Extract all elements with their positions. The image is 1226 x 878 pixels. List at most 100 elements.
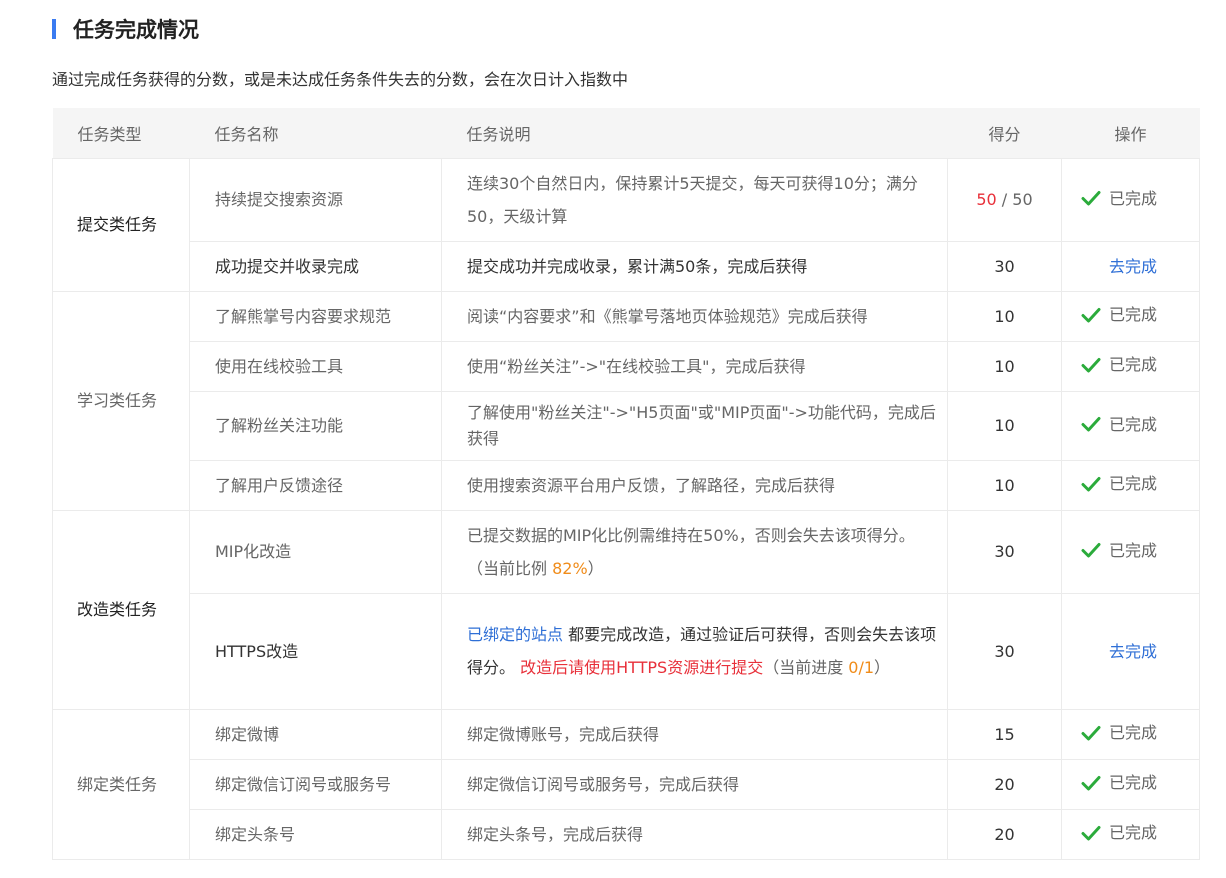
task-score: 10 bbox=[947, 390, 1062, 461]
task-action: 去完成 bbox=[1061, 240, 1200, 292]
table-row: 提交类任务 持续提交搜索资源 连续30个自然日内，保持累计5天提交，每天可获得1… bbox=[52, 157, 1200, 292]
task-action: 已完成 bbox=[1061, 808, 1200, 860]
table-row: 了解粉丝关注功能 了解使用"粉丝关注"->"H5页面"或"MIP页面"->功能代… bbox=[53, 390, 1200, 461]
task-score: 10 bbox=[947, 340, 1062, 392]
status-done: 已完成 bbox=[1081, 348, 1157, 381]
status-done: 已完成 bbox=[1081, 182, 1157, 215]
task-explanation: 绑定微博账号，完成后获得 bbox=[441, 708, 948, 760]
task-score: 30 bbox=[947, 240, 1062, 292]
check-icon bbox=[1081, 191, 1101, 206]
task-name: 绑定微博 bbox=[189, 708, 442, 760]
task-name: HTTPS改造 bbox=[189, 592, 442, 710]
score-separator: / bbox=[996, 190, 1013, 209]
task-action: 已完成 bbox=[1061, 390, 1200, 461]
table-row: 绑定头条号 绑定头条号，完成后获得 20 已完成 bbox=[53, 808, 1200, 860]
status-done: 已完成 bbox=[1081, 534, 1157, 567]
check-icon bbox=[1081, 307, 1101, 323]
task-score: 30 bbox=[947, 509, 1062, 594]
status-label: 已完成 bbox=[1108, 414, 1157, 434]
category-learn: 学习类任务 bbox=[52, 290, 190, 511]
table-row: 学习类任务 了解熊掌号内容要求规范 阅读“内容要求”和《熊掌号落地页体验规范》完… bbox=[52, 290, 1200, 511]
status-label: 已完成 bbox=[1108, 188, 1157, 208]
bound-sites-link[interactable]: 已绑定的站点 bbox=[467, 625, 563, 644]
task-name: 持续提交搜索资源 bbox=[189, 157, 442, 242]
go-complete-link[interactable]: 去完成 bbox=[1109, 257, 1157, 276]
table-row: 绑定微信订阅号或服务号 绑定微信订阅号或服务号，完成后获得 20 已完成 bbox=[53, 758, 1200, 810]
status-done: 已完成 bbox=[1081, 716, 1157, 749]
table-row: 成功提交并收录完成 提交成功并完成收录，累计满50条，完成后获得 30 去完成 bbox=[53, 240, 1200, 292]
mip-ratio: 82% bbox=[552, 558, 588, 578]
header-action: 操作 bbox=[1061, 108, 1200, 158]
https-warning: 改造后请使用HTTPS资源进行提交 bbox=[520, 658, 764, 677]
explanation-text: 已提交数据的MIP化比例需维持在50%，否则会失去该项得分。 （当前比例 bbox=[467, 525, 915, 578]
status-label: 已完成 bbox=[1108, 723, 1157, 743]
status-label: 已完成 bbox=[1108, 823, 1157, 843]
title-accent-bar bbox=[52, 19, 56, 39]
task-name: 了解粉丝关注功能 bbox=[189, 390, 442, 461]
task-score: 20 bbox=[947, 758, 1062, 810]
table-row: HTTPS改造 已绑定的站点 都要完成改造，通过验证后可获得，否则会失去该项得分… bbox=[53, 592, 1200, 710]
task-score: 10 bbox=[947, 459, 1062, 511]
task-explanation: 连续30个自然日内，保持累计5天提交，每天可获得10分；满分50，天级计算 bbox=[441, 157, 948, 242]
header-task-name: 任务名称 bbox=[189, 108, 442, 158]
task-action: 已完成 bbox=[1061, 509, 1200, 594]
task-explanation: 已绑定的站点 都要完成改造，通过验证后可获得，否则会失去该项得分。 改造后请使用… bbox=[441, 592, 948, 710]
task-name: 了解用户反馈途径 bbox=[189, 459, 442, 511]
section-description: 通过完成任务获得的分数，或是未达成任务条件失去的分数，会在次日计入指数中 bbox=[52, 70, 629, 89]
task-name: 使用在线校验工具 bbox=[189, 340, 442, 392]
progress-label: （当前进度 bbox=[763, 658, 849, 677]
task-explanation: 了解使用"粉丝关注"->"H5页面"或"MIP页面"->功能代码，完成后获得 bbox=[441, 390, 948, 461]
task-score: 10 bbox=[947, 290, 1062, 342]
check-icon bbox=[1081, 357, 1101, 373]
task-name: 了解熊掌号内容要求规范 bbox=[189, 290, 442, 342]
section-header: 任务完成情况 bbox=[52, 16, 199, 42]
category-bind: 绑定类任务 bbox=[52, 708, 190, 860]
category-submit: 提交类任务 bbox=[52, 157, 190, 292]
task-action: 已完成 bbox=[1061, 290, 1200, 342]
header-task-type: 任务类型 bbox=[52, 108, 190, 158]
header-task-explanation: 任务说明 bbox=[441, 108, 948, 158]
task-explanation: 绑定头条号，完成后获得 bbox=[441, 808, 948, 860]
status-done: 已完成 bbox=[1081, 816, 1157, 849]
check-icon bbox=[1081, 725, 1101, 741]
task-score: 50 / 50 bbox=[947, 157, 1062, 242]
task-table: 任务类型 任务名称 任务说明 得分 操作 提交类任务 持续提交搜索资源 连续30… bbox=[52, 108, 1200, 860]
task-explanation: 阅读“内容要求”和《熊掌号落地页体验规范》完成后获得 bbox=[441, 290, 948, 342]
table-header: 任务类型 任务名称 任务说明 得分 操作 bbox=[52, 108, 1200, 158]
status-label: 已完成 bbox=[1108, 474, 1157, 494]
status-done: 已完成 bbox=[1081, 408, 1157, 441]
task-explanation: 使用“粉丝关注”->"在线校验工具"，完成后获得 bbox=[441, 340, 948, 392]
task-action: 已完成 bbox=[1061, 758, 1200, 810]
task-explanation: 提交成功并完成收录，累计满50条，完成后获得 bbox=[441, 240, 948, 292]
task-action: 已完成 bbox=[1061, 157, 1200, 242]
table-row: 改造类任务 MIP化改造 已提交数据的MIP化比例需维持在50%，否则会失去该项… bbox=[52, 509, 1200, 710]
check-icon bbox=[1081, 775, 1101, 791]
status-label: 已完成 bbox=[1108, 540, 1157, 560]
go-complete-link[interactable]: 去完成 bbox=[1109, 642, 1157, 661]
check-icon bbox=[1081, 825, 1101, 841]
section-title: 任务完成情况 bbox=[73, 18, 199, 42]
task-action: 去完成 bbox=[1061, 592, 1200, 710]
task-explanation: 已提交数据的MIP化比例需维持在50%，否则会失去该项得分。 （当前比例 82%… bbox=[441, 509, 948, 594]
task-action: 已完成 bbox=[1061, 340, 1200, 392]
task-name: MIP化改造 bbox=[189, 509, 442, 594]
task-name: 绑定头条号 bbox=[189, 808, 442, 860]
task-name: 绑定微信订阅号或服务号 bbox=[189, 758, 442, 810]
table-row: 使用在线校验工具 使用“粉丝关注”->"在线校验工具"，完成后获得 10 已完成 bbox=[53, 340, 1200, 392]
check-icon bbox=[1081, 543, 1101, 558]
progress-value: 0/1 bbox=[848, 658, 875, 677]
status-label: 已完成 bbox=[1108, 773, 1157, 793]
status-done: 已完成 bbox=[1081, 766, 1157, 799]
status-label: 已完成 bbox=[1108, 355, 1157, 375]
task-score: 15 bbox=[947, 708, 1062, 760]
progress-end: ） bbox=[874, 658, 891, 677]
task-score: 30 bbox=[947, 592, 1062, 710]
score-max: 50 bbox=[1012, 190, 1033, 209]
explanation-text-end: ） bbox=[587, 558, 604, 578]
category-modify: 改造类任务 bbox=[52, 509, 190, 710]
header-score: 得分 bbox=[947, 108, 1062, 158]
table-row: 了解用户反馈途径 使用搜索资源平台用户反馈，了解路径，完成后获得 10 已完成 bbox=[53, 459, 1200, 511]
task-name: 成功提交并收录完成 bbox=[189, 240, 442, 292]
task-explanation: 绑定微信订阅号或服务号，完成后获得 bbox=[441, 758, 948, 810]
table-row: 绑定类任务 绑定微博 绑定微博账号，完成后获得 15 已完成 bbox=[52, 708, 1200, 860]
